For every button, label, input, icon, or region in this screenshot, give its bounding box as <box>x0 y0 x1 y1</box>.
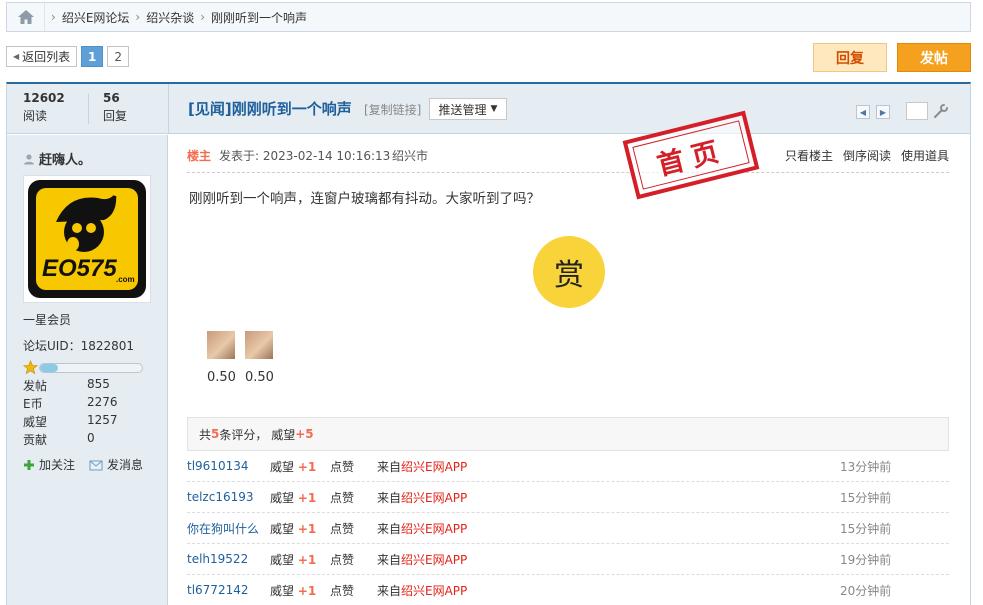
back-to-list-label: 返回列表 <box>22 50 71 64</box>
rating-summary: 共 5 条评分， 威望 +5 <box>187 417 949 451</box>
rating-source: 来自绍兴E网APP <box>377 459 468 474</box>
rating-time: 15分钟前 <box>840 490 892 505</box>
rating-time: 13分钟前 <box>840 459 892 474</box>
floor-label: 楼主 <box>187 149 212 163</box>
homepage-stamp: 首页 <box>622 110 760 200</box>
rating-prestige: 威望 +1 <box>270 521 317 536</box>
post-meta: 楼主 发表于: 2023-02-14 10:16:13 绍兴市 只看楼主 倒序阅… <box>187 147 949 173</box>
rating-prestige: 威望 +1 <box>270 490 317 505</box>
back-to-list-button[interactable]: ◀ 返回列表 <box>6 46 78 67</box>
rewarder-avatar[interactable] <box>245 331 273 359</box>
chevron-right-icon: › <box>51 10 56 24</box>
table-row: telzc16193 威望 +1 点赞 来自绍兴E网APP 15分钟前 <box>187 482 949 513</box>
reward-thumbs <box>207 331 273 359</box>
rating-source: 来自绍兴E网APP <box>377 490 468 505</box>
use-tool-link[interactable]: 使用道具 <box>901 147 949 164</box>
rating-time: 15分钟前 <box>840 521 892 536</box>
table-row: tl9610134 威望 +1 点赞 来自绍兴E网APP 13分钟前 <box>187 451 949 482</box>
rater-name[interactable]: telzc16193 <box>187 490 254 504</box>
rater-name[interactable]: telh19522 <box>187 552 248 566</box>
rating-prestige: 威望 +1 <box>270 583 317 598</box>
rating-like: 点赞 <box>330 583 355 598</box>
table-row: 你在狗叫什么 威望 +1 点赞 来自绍兴E网APP 15分钟前 <box>187 513 949 544</box>
rater-name[interactable]: 你在狗叫什么 <box>187 520 259 537</box>
rating-like: 点赞 <box>330 459 355 474</box>
chevron-right-icon: › <box>200 10 206 24</box>
post-city: 绍兴市 <box>392 149 429 163</box>
post-content: 刚刚听到一个响声，连窗户玻璃都有抖动。大家听到了吗？ <box>189 191 540 207</box>
home-icon[interactable] <box>7 3 45 31</box>
breadcrumb-board[interactable]: 绍兴杂谈 <box>146 9 194 26</box>
rating-time: 19分钟前 <box>840 552 892 567</box>
pager: ◀ 返回列表 1 2 <box>6 46 130 67</box>
rater-name[interactable]: tl6772142 <box>187 583 248 597</box>
post-links: 只看楼主 倒序阅读 使用道具 <box>785 147 949 164</box>
post-time: 发表于: 2023-02-14 10:16:13 <box>219 149 391 163</box>
reward-amount: 0.50 <box>245 370 274 385</box>
rater-name[interactable]: tl9610134 <box>187 459 248 473</box>
rewarder-avatar[interactable] <box>207 331 235 359</box>
page-2-button[interactable]: 2 <box>107 46 130 67</box>
page-1-button[interactable]: 1 <box>81 46 104 67</box>
rating-like: 点赞 <box>330 490 355 505</box>
rating-count: 5 <box>211 427 220 441</box>
reverse-order-link[interactable]: 倒序阅读 <box>843 147 891 164</box>
rating-source: 来自绍兴E网APP <box>377 552 468 567</box>
rating-like: 点赞 <box>330 521 355 536</box>
reply-button[interactable]: 回复 <box>813 43 887 72</box>
rating-source: 来自绍兴E网APP <box>377 521 468 536</box>
post-area: 楼主 发表于: 2023-02-14 10:16:13 绍兴市 只看楼主 倒序阅… <box>6 84 971 604</box>
table-row: telh19522 威望 +1 点赞 来自绍兴E网APP 19分钟前 <box>187 544 949 575</box>
reward-button[interactable]: 赏 <box>533 236 605 308</box>
reward-amount: 0.50 <box>207 370 236 385</box>
rating-prestige: 威望 +1 <box>270 552 317 567</box>
table-row: tl6772142 威望 +1 点赞 来自绍兴E网APP 20分钟前 <box>187 575 949 605</box>
rating-prestige: 威望 +1 <box>270 459 317 474</box>
chevron-right-icon: › <box>135 10 141 24</box>
caret-left-icon: ◀ <box>13 52 20 61</box>
new-post-button[interactable]: 发帖 <box>897 43 971 72</box>
rating-time: 20分钟前 <box>840 583 892 598</box>
breadcrumb: › 绍兴E网论坛 › 绍兴杂谈 › 刚刚听到一个响声 <box>6 2 971 32</box>
rating-source: 来自绍兴E网APP <box>377 583 468 598</box>
breadcrumb-forum[interactable]: 绍兴E网论坛 <box>62 9 130 26</box>
breadcrumb-thread: 刚刚听到一个响声 <box>211 10 308 25</box>
only-author-link[interactable]: 只看楼主 <box>785 147 833 164</box>
rating-total: +5 <box>295 427 314 441</box>
rating-like: 点赞 <box>330 552 355 567</box>
